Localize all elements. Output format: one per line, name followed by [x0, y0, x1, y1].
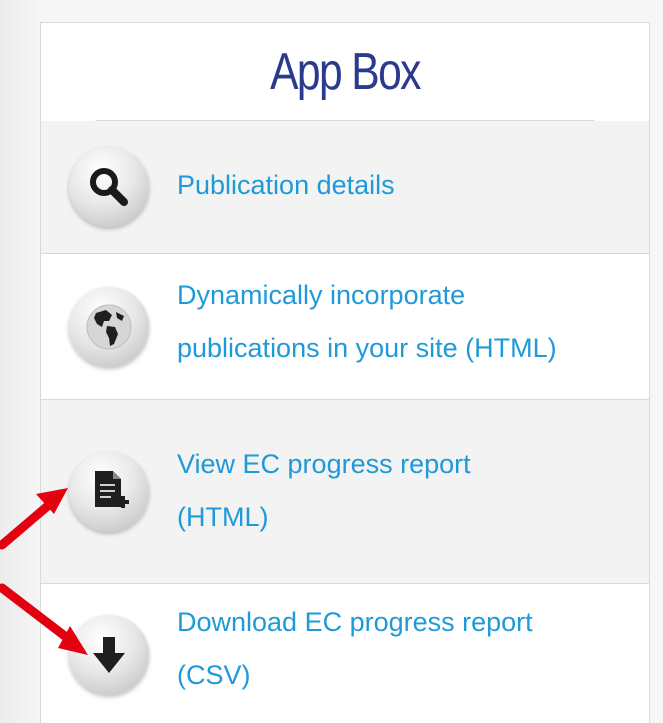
download-ec-report-line2[interactable]: (CSV): [177, 649, 639, 702]
dynamically-incorporate-line1[interactable]: Dynamically incorporate: [177, 269, 639, 322]
app-item-dynamically-incorporate[interactable]: Dynamically incorporate publications in …: [41, 254, 649, 400]
view-ec-report-line2[interactable]: (HTML): [177, 491, 639, 544]
app-item-view-ec-report[interactable]: View EC progress report (HTML): [41, 400, 649, 584]
view-ec-report-link[interactable]: View EC progress report (HTML): [177, 438, 639, 544]
dynamically-incorporate-line2[interactable]: publications in your site (HTML): [177, 322, 639, 375]
globe-icon[interactable]: [69, 286, 149, 367]
dynamically-incorporate-link[interactable]: Dynamically incorporate publications in …: [177, 269, 639, 375]
app-item-download-ec-report[interactable]: Download EC progress report (CSV): [41, 584, 649, 723]
magnifier-icon[interactable]: [69, 147, 149, 227]
download-arrow-icon[interactable]: [69, 614, 149, 695]
document-add-icon[interactable]: [69, 451, 149, 532]
publication-details-link[interactable]: Publication details: [177, 159, 639, 212]
app-item-publication-details[interactable]: Publication details: [41, 121, 649, 254]
page: App Box Publication details Dynamically …: [0, 0, 663, 723]
view-ec-report-line1[interactable]: View EC progress report: [177, 438, 639, 491]
app-box-panel: App Box Publication details Dynamically …: [40, 22, 650, 723]
download-ec-report-link[interactable]: Download EC progress report (CSV): [177, 596, 639, 702]
download-ec-report-line1[interactable]: Download EC progress report: [177, 596, 639, 649]
app-box-title: App Box: [95, 23, 595, 121]
